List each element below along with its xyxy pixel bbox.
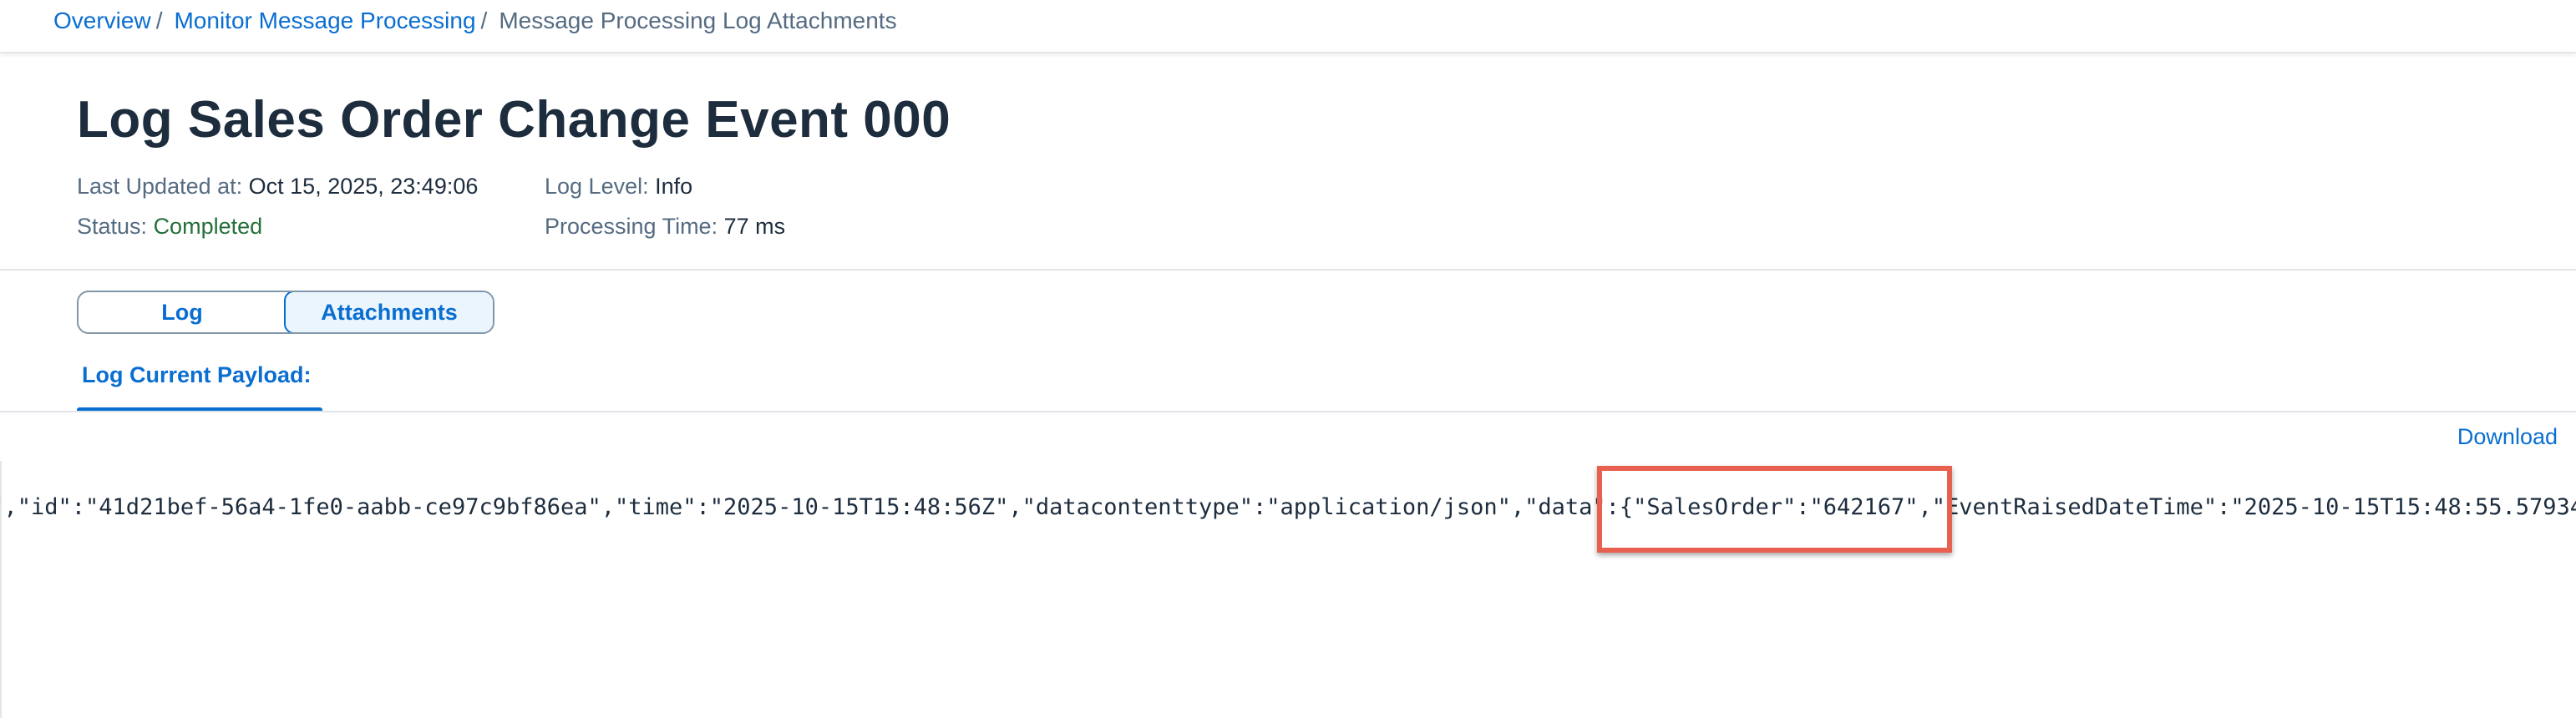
status-field: Status: Completed	[77, 212, 262, 240]
breadcrumb-link-overview[interactable]: Overview	[53, 8, 151, 33]
tab-bar-divider	[0, 411, 2576, 412]
tab-log-current-payload[interactable]: Log Current Payload:	[77, 356, 322, 412]
payload-text: 0","id":"41d21bef-56a4-1fe0-aabb-ce97c9b…	[0, 494, 2576, 520]
segment-attachments[interactable]: Attachments	[284, 292, 493, 332]
breadcrumb-separator: /	[480, 8, 488, 33]
processing-time-label: Processing Time:	[545, 214, 718, 239]
payload-viewer[interactable]: 0","id":"41d21bef-56a4-1fe0-aabb-ce97c9b…	[0, 491, 2576, 528]
highlight-annotation-box	[1597, 466, 1952, 553]
breadcrumb: Overview / Monitor Message Processing / Mess…	[53, 7, 897, 35]
breadcrumb-link-monitor-message-processing[interactable]: Monitor Message Processing	[174, 8, 475, 33]
last-updated-label: Last Updated at:	[77, 174, 243, 199]
log-level-field: Log Level: Info	[545, 172, 692, 200]
log-level-label: Log Level:	[545, 174, 649, 199]
last-updated-field: Last Updated at: Oct 15, 2025, 23:49:06	[77, 172, 478, 200]
processing-time-field: Processing Time: 77 ms	[545, 212, 785, 240]
log-level-value: Info	[655, 174, 693, 199]
app-root: Overview / Monitor Message Processing / Mess…	[0, 0, 2576, 718]
breadcrumb-separator: /	[155, 8, 163, 33]
download-link[interactable]: Download	[2457, 424, 2558, 450]
log-attachments-segmented-button: Log Attachments	[77, 291, 494, 334]
header-divider	[0, 269, 2576, 271]
last-updated-value: Oct 15, 2025, 23:49:06	[248, 174, 479, 199]
breadcrumb-current: Message Processing Log Attachments	[499, 8, 897, 33]
status-value: Completed	[153, 214, 263, 239]
page-title: Log Sales Order Change Event 000	[77, 91, 951, 149]
tab-label: Log Current Payload:	[82, 362, 312, 387]
segment-log[interactable]: Log	[79, 292, 286, 332]
status-label: Status:	[77, 214, 148, 239]
processing-time-value: 77 ms	[723, 214, 786, 239]
breadcrumb-bar: Overview / Monitor Message Processing / Mess…	[0, 0, 2576, 53]
